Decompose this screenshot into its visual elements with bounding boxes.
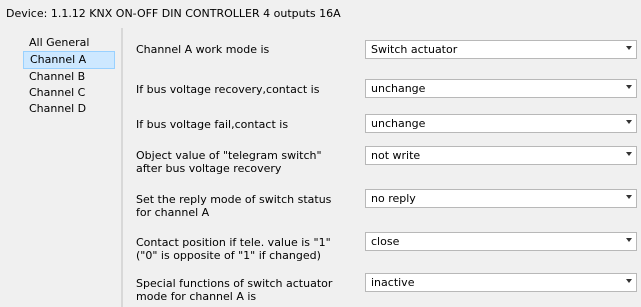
param-label-line2: for channel A: [136, 206, 210, 219]
param-label-line2: after bus voltage recovery: [136, 162, 282, 175]
chevron-down-icon: [626, 46, 632, 50]
param-label: Special functions of switch actuator mod…: [136, 277, 356, 303]
chevron-down-icon: [626, 195, 632, 199]
sidebar-item-channel-c[interactable]: Channel C: [23, 85, 113, 101]
param-label-line2: ("0" is opposite of "1" if changed): [136, 249, 321, 262]
channel-nav: All General Channel A Channel B Channel …: [23, 28, 119, 307]
select-value: unchange: [371, 82, 426, 95]
param-label-line1: Special functions of switch actuator: [136, 277, 333, 290]
chevron-down-icon: [626, 120, 632, 124]
sidebar-item-all-general[interactable]: All General: [23, 35, 113, 51]
pane-divider[interactable]: [121, 28, 123, 307]
select-value: inactive: [371, 276, 415, 289]
bus-recovery-select[interactable]: unchange: [365, 79, 637, 98]
select-value: close: [371, 235, 400, 248]
select-value: unchange: [371, 117, 426, 130]
select-value: Switch actuator: [371, 43, 458, 56]
chevron-down-icon: [626, 152, 632, 156]
telegram-switch-select[interactable]: not write: [365, 146, 637, 165]
work-mode-select[interactable]: Switch actuator: [365, 40, 637, 59]
bus-fail-select[interactable]: unchange: [365, 114, 637, 133]
select-value: not write: [371, 149, 421, 162]
chevron-down-icon: [626, 238, 632, 242]
special-functions-select[interactable]: inactive: [365, 273, 637, 292]
param-label-line1: Contact position if tele. value is "1": [136, 236, 331, 249]
device-title: Device: 1.1.12 KNX ON-OFF DIN CONTROLLER…: [6, 7, 341, 20]
param-label-line1: Set the reply mode of switch status: [136, 193, 332, 206]
param-label-line1: Object value of "telegram switch": [136, 149, 322, 162]
sidebar-item-channel-b[interactable]: Channel B: [23, 69, 113, 85]
chevron-down-icon: [626, 85, 632, 89]
reply-mode-select[interactable]: no reply: [365, 189, 637, 208]
sidebar-item-channel-d[interactable]: Channel D: [23, 101, 113, 117]
param-label: If bus voltage recovery,contact is: [136, 83, 320, 96]
param-label: Object value of "telegram switch" after …: [136, 149, 356, 175]
param-label: Contact position if tele. value is "1" (…: [136, 236, 356, 262]
param-label: Set the reply mode of switch status for …: [136, 193, 356, 219]
param-label-line2: mode for channel A is: [136, 290, 257, 303]
select-value: no reply: [371, 192, 416, 205]
param-label: If bus voltage fail,contact is: [136, 118, 289, 131]
sidebar-item-channel-a[interactable]: Channel A: [23, 51, 115, 69]
contact-position-select[interactable]: close: [365, 232, 637, 251]
chevron-down-icon: [626, 279, 632, 283]
param-label: Channel A work mode is: [136, 43, 270, 56]
